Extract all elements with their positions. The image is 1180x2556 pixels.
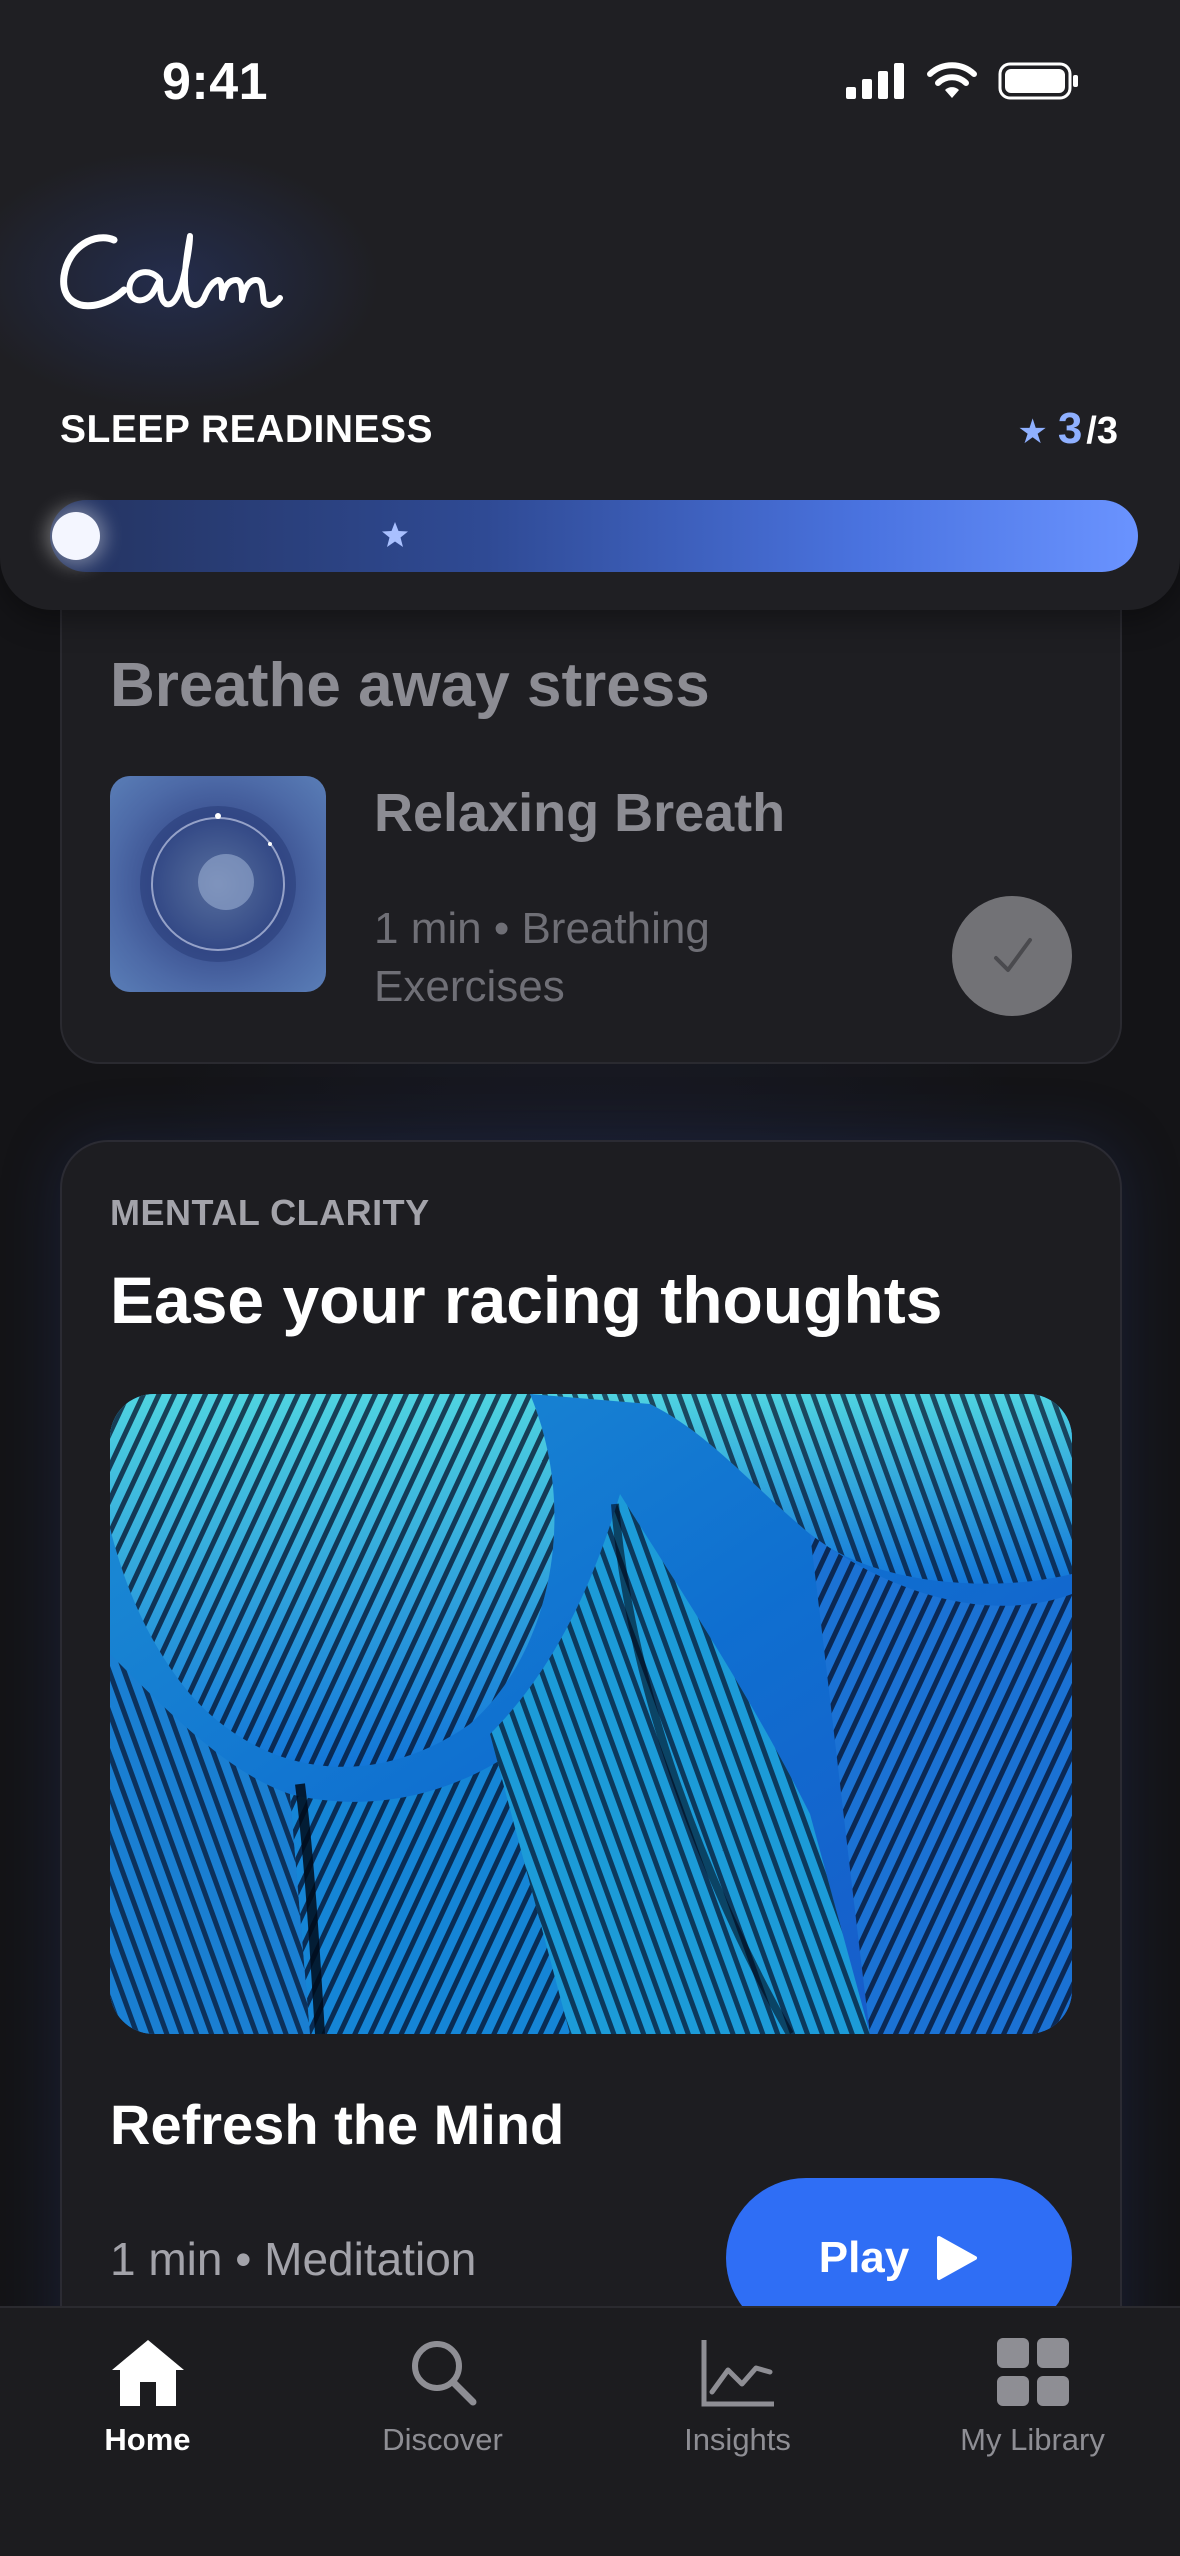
tab-label: Discover: [382, 2422, 503, 2457]
readiness-score: ★ 3 /3: [1017, 404, 1118, 454]
tab-label: Home: [104, 2422, 191, 2457]
card-eyebrow: MENTAL CLARITY: [110, 1192, 430, 1233]
play-icon: [937, 2236, 978, 2280]
feather-artwork-image[interactable]: [110, 1394, 1072, 2034]
sleep-readiness-label: SLEEP READINESS: [60, 408, 434, 451]
track-title[interactable]: Refresh the Mind: [110, 2092, 564, 2157]
calm-logo: [60, 233, 283, 310]
feather-pattern: [110, 1394, 1072, 2034]
breathe-card[interactable]: Breathe away stress Relaxing Breath 1 mi…: [60, 560, 1122, 1064]
home-screen: 9:41 SLEEP READINESS ★ 3 /3 Breathe away…: [0, 0, 1180, 2556]
wifi-icon: [927, 62, 977, 98]
search-icon: [403, 2332, 483, 2412]
relaxing-breath-thumbnail[interactable]: [110, 776, 326, 992]
track-title[interactable]: Relaxing Breath: [374, 782, 785, 844]
tab-bar: Home Discover Insights My Library: [0, 2306, 1180, 2556]
status-time: 9:41: [162, 53, 269, 111]
tab-label: Insights: [684, 2422, 791, 2457]
progress-star-marker-icon: [382, 522, 408, 547]
progress-knob[interactable]: [52, 512, 100, 560]
card-title: Ease your racing thoughts: [110, 1263, 943, 1337]
cellular-signal-icon: [846, 63, 904, 99]
completed-check-button[interactable]: [952, 896, 1072, 1016]
sleep-readiness-progress-bar: [50, 500, 1138, 572]
card-title: Breathe away stress: [110, 651, 710, 720]
header-panel: 9:41 SLEEP READINESS ★ 3 /3: [0, 0, 1180, 610]
track-meta: 1 min • Meditation: [110, 2233, 477, 2285]
tab-label: My Library: [960, 2422, 1105, 2457]
tab-home[interactable]: Home: [0, 2308, 295, 2508]
grid-icon: [993, 2332, 1073, 2412]
battery-icon: [998, 62, 1078, 100]
tab-my-library[interactable]: My Library: [885, 2308, 1180, 2508]
home-icon: [108, 2332, 188, 2412]
chart-icon: [698, 2332, 778, 2412]
breath-circle-artwork: [140, 806, 296, 962]
status-icons: [846, 62, 1080, 100]
checkmark-icon: [994, 938, 1032, 972]
score-total: /3: [1086, 410, 1118, 452]
score-current: 3: [1057, 404, 1083, 453]
mental-clarity-card[interactable]: MENTAL CLARITY Ease your racing thoughts: [60, 1140, 1122, 2444]
play-button-label: Play: [818, 2233, 910, 2282]
star-icon: ★: [1017, 413, 1048, 451]
tab-discover[interactable]: Discover: [295, 2308, 590, 2508]
tab-insights[interactable]: Insights: [590, 2308, 885, 2508]
track-meta: 1 min • Breathing Exercises: [374, 904, 710, 1011]
